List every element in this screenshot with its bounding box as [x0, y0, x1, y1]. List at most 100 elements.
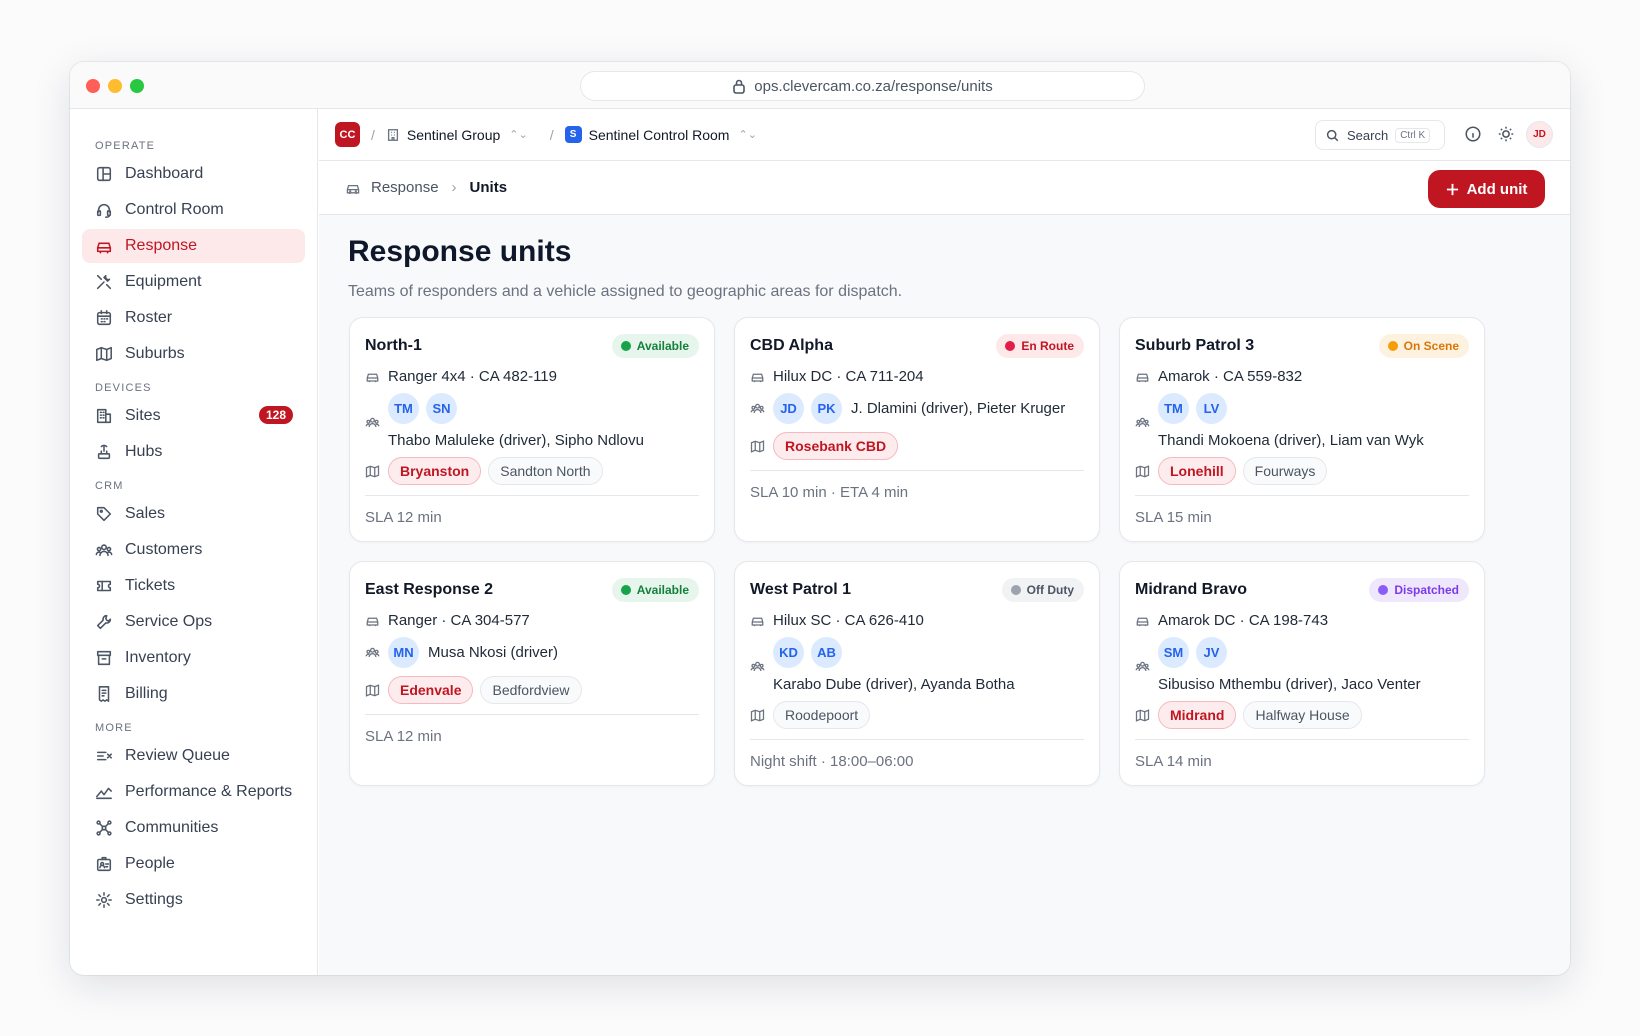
- theme-toggle-icon[interactable]: [1497, 125, 1515, 143]
- sidebar-item-label: Suburbs: [125, 345, 185, 362]
- building-icon: [387, 128, 398, 141]
- crew-names: Karabo Dube (driver), Ayanda Botha: [773, 676, 1015, 693]
- crew-row: KD AB Karabo Dube (driver), Ayanda Botha: [750, 637, 1084, 693]
- vehicle-row: Ranger 4x4 · CA 482-119: [365, 368, 699, 385]
- app-logo[interactable]: CC: [335, 122, 360, 147]
- sidebar-section-more: MORE: [95, 722, 133, 734]
- sidebar-item-tickets[interactable]: Tickets: [82, 569, 305, 603]
- minimize-window-button[interactable]: [108, 79, 122, 93]
- status-dot: [1387, 341, 1398, 351]
- sidebar-item-inventory[interactable]: Inventory: [82, 641, 305, 675]
- users-icon: [1135, 417, 1150, 428]
- sidebar-item-billing[interactable]: Billing: [82, 677, 305, 711]
- sidebar-item-review-queue[interactable]: Review Queue: [82, 739, 305, 773]
- sidebar-item-service-ops[interactable]: Service Ops: [82, 605, 305, 639]
- sidebar-item-control-room[interactable]: Control Room: [82, 193, 305, 227]
- car-icon: [1136, 373, 1149, 383]
- sidebar-item-people[interactable]: People: [82, 847, 305, 881]
- sidebar-item-label: Hubs: [125, 443, 163, 460]
- sidebar-item-hubs[interactable]: Hubs: [82, 435, 305, 469]
- hub-icon: [97, 444, 111, 460]
- area-tag[interactable]: Edenvale: [388, 676, 474, 704]
- vehicle-text: Amarok DC · CA 198-743: [1158, 612, 1329, 629]
- unit-footer: SLA 12 min: [365, 714, 699, 760]
- unit-card[interactable]: West Patrol 1 Off Duty Hilux SC · CA 626-4…: [734, 561, 1100, 786]
- vehicle-text: Hilux SC · CA 626-410: [773, 612, 924, 629]
- search-icon: [1326, 129, 1339, 141]
- unit-card[interactable]: North-1 Available Ranger 4x4 · CA 482-119 T…: [349, 317, 715, 542]
- unit-card[interactable]: East Response 2 Available Ranger · CA 304-…: [349, 561, 715, 786]
- breadcrumb: Response › Units Add unit: [319, 161, 1570, 215]
- sidebar-item-label: Inventory: [125, 649, 191, 666]
- info-icon[interactable]: [1464, 125, 1482, 143]
- sidebar-item-dashboard[interactable]: Dashboard: [82, 157, 305, 191]
- unit-card[interactable]: Suburb Patrol 3 On Scene Amarok · CA 559-8…: [1119, 317, 1485, 542]
- car-icon: [366, 617, 379, 627]
- area-tag[interactable]: Lonehill: [1158, 457, 1236, 485]
- search-label: Search: [1347, 127, 1389, 143]
- browser-window: ops.clevercam.co.za/response/units OPERA…: [70, 62, 1570, 975]
- status-label: Off Duty: [1026, 583, 1074, 597]
- status-dot: [1010, 585, 1021, 595]
- archive-icon: [96, 650, 112, 666]
- crew-row: JD PK J. Dlamini (driver), Pieter Kruger: [750, 393, 1084, 424]
- sidebar-item-label: Sales: [125, 505, 166, 522]
- sidebar-item-label: Customers: [125, 541, 203, 558]
- area-tag[interactable]: Halfway House: [1243, 701, 1362, 729]
- search-button[interactable]: Search Ctrl K: [1315, 120, 1445, 150]
- building-icon: [96, 408, 112, 424]
- status-dot: [620, 341, 631, 351]
- sidebar-item-equipment[interactable]: Equipment: [82, 265, 305, 299]
- status-badge: Dispatched: [1369, 578, 1469, 602]
- crew-names: Thandi Mokoena (driver), Liam van Wyk: [1158, 432, 1424, 449]
- unit-footer: Night shift · 18:00–06:00: [750, 739, 1084, 785]
- area-tag[interactable]: Bryanston: [388, 457, 482, 485]
- org-switcher[interactable]: Sentinel Group: [407, 127, 500, 143]
- tag-icon: [96, 506, 112, 522]
- headset-icon: [96, 203, 112, 218]
- area-tag[interactable]: Sandton North: [488, 457, 603, 485]
- calendar-icon: [96, 310, 112, 326]
- close-window-button[interactable]: [86, 79, 100, 93]
- sidebar-item-label: Communities: [125, 819, 219, 836]
- sidebar-item-suburbs[interactable]: Suburbs: [82, 337, 305, 371]
- sidebar-item-sites[interactable]: Sites 128: [82, 399, 305, 433]
- area-tag[interactable]: Roodepoort: [773, 701, 871, 729]
- breadcrumb-parent[interactable]: Response: [371, 179, 439, 196]
- sidebar: OPERATE Dashboard Control Room Response Equi…: [70, 109, 318, 975]
- chevron-updown-icon[interactable]: ⌃⌄: [509, 128, 527, 141]
- room-badge: S: [564, 126, 582, 143]
- area-tag[interactable]: Fourways: [1242, 457, 1328, 485]
- room-switcher[interactable]: Sentinel Control Room: [589, 127, 730, 143]
- area-tag[interactable]: Rosebank CBD: [773, 432, 899, 460]
- sidebar-item-response[interactable]: Response: [82, 229, 305, 263]
- user-avatar[interactable]: JD: [1526, 121, 1553, 148]
- sidebar-item-customers[interactable]: Customers: [82, 533, 305, 567]
- area-tag[interactable]: Midrand: [1158, 701, 1237, 729]
- unit-card[interactable]: Midrand Bravo Dispatched Amarok DC · CA 19…: [1119, 561, 1485, 786]
- sidebar-item-performance-reports[interactable]: Performance & Reports: [82, 775, 305, 809]
- sidebar-section-crm: CRM: [95, 480, 124, 492]
- vehicle-text: Ranger · CA 304-577: [388, 612, 530, 629]
- area-row: Lonehill Fourways: [1135, 457, 1469, 485]
- sidebar-item-settings[interactable]: Settings: [82, 883, 305, 917]
- address-bar[interactable]: ops.clevercam.co.za/response/units: [580, 71, 1145, 101]
- crew-avatar: AB: [811, 637, 842, 668]
- area-tag[interactable]: Bedfordview: [480, 676, 582, 704]
- add-unit-button[interactable]: Add unit: [1428, 170, 1545, 208]
- map-icon: [1135, 708, 1150, 722]
- sidebar-item-label: Roster: [125, 309, 173, 326]
- crew-avatar: PK: [811, 393, 842, 424]
- unit-card[interactable]: CBD Alpha En Route Hilux DC · CA 711-204 JD…: [734, 317, 1100, 542]
- crew-avatar: JV: [1196, 637, 1227, 668]
- sidebar-item-roster[interactable]: Roster: [82, 301, 305, 335]
- sidebar-item-communities[interactable]: Communities: [82, 811, 305, 845]
- sidebar-item-label: Tickets: [125, 577, 176, 594]
- chart-line-icon: [96, 787, 112, 800]
- chevron-updown-icon[interactable]: ⌃⌄: [738, 128, 756, 141]
- area-row: Rosebank CBD: [750, 432, 1084, 460]
- map-icon: [750, 439, 765, 453]
- crew-avatar: TM: [1158, 393, 1189, 424]
- sidebar-item-sales[interactable]: Sales: [82, 497, 305, 531]
- maximize-window-button[interactable]: [130, 79, 144, 93]
